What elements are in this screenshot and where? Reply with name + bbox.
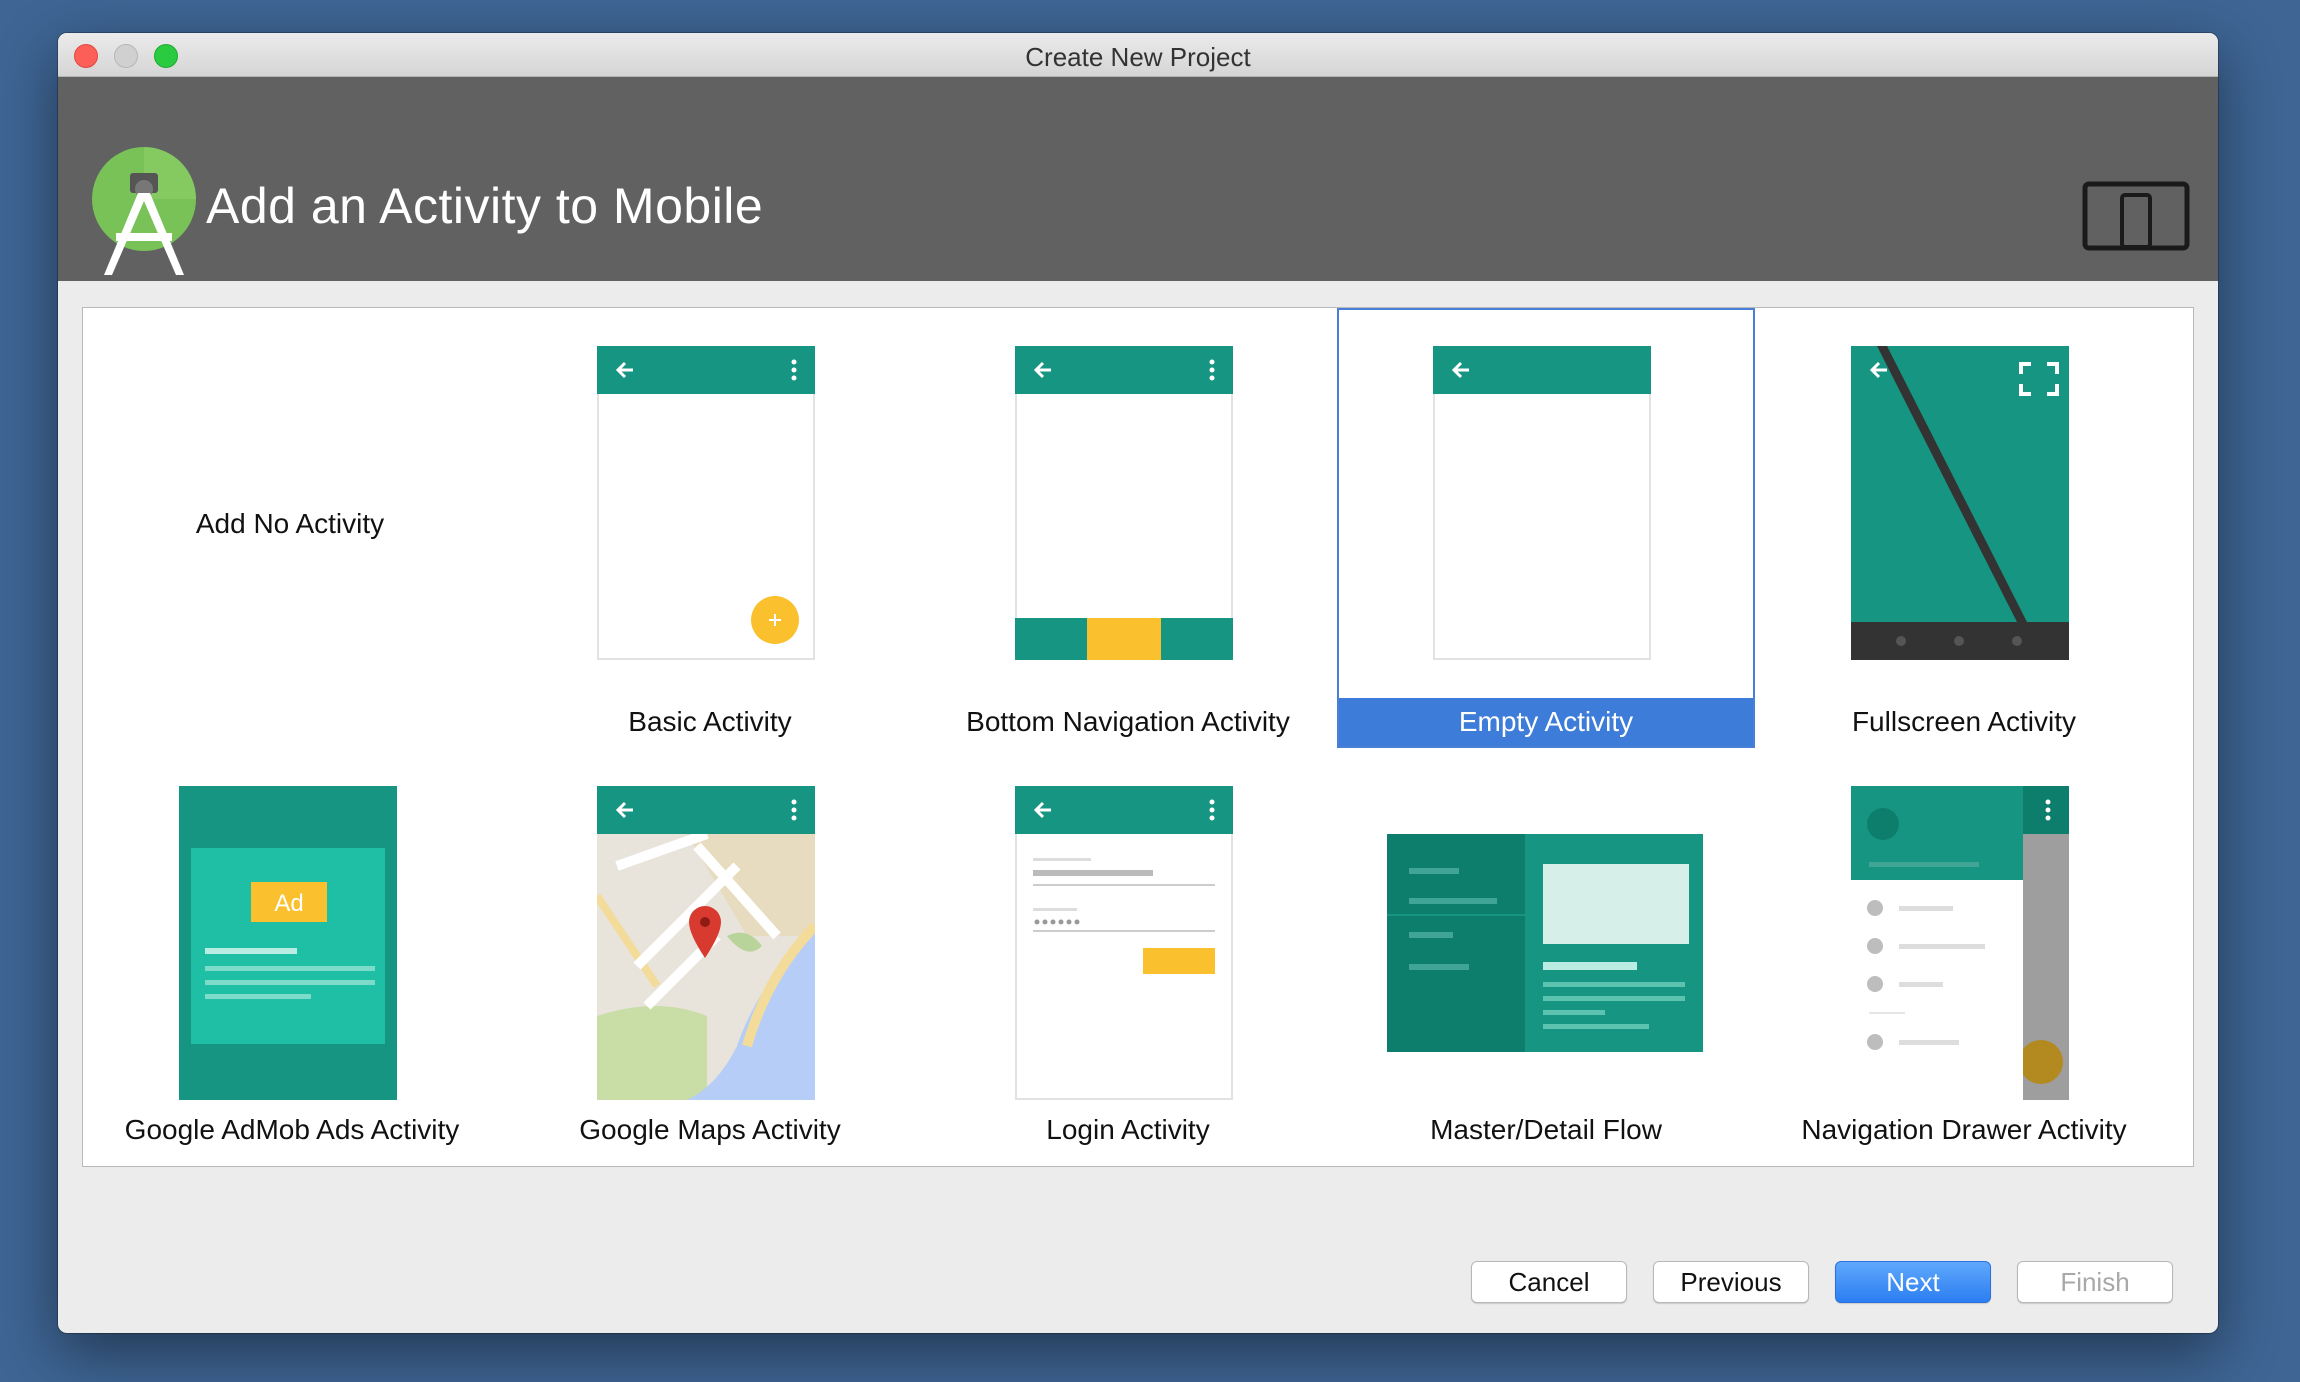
google-maps-preview [597,786,815,1100]
ad-badge-text: Ad [274,890,303,917]
finish-button[interactable]: Finish [2017,1261,2173,1303]
activity-label: Login Activity [1046,1114,1210,1145]
navigation-drawer-preview [1851,786,2069,1100]
master-detail-preview [1387,834,1703,1052]
activity-tile-master-detail[interactable]: Master/Detail Flow [1337,748,1755,1166]
activity-tile-navigation-drawer[interactable]: Navigation Drawer Activity [1755,748,2173,1166]
bottom-navigation-preview [1015,346,1233,660]
activity-template-grid: Add No Activity Basic Activity Bottom Na… [82,307,2194,1167]
next-button[interactable]: Next [1835,1261,1991,1303]
fullscreen-activity-preview [1851,346,2069,660]
activity-label: Google Maps Activity [579,1114,841,1145]
android-studio-logo [92,147,196,275]
cancel-button[interactable]: Cancel [1471,1261,1627,1303]
activity-tile-google-maps[interactable]: Google Maps Activity [501,748,919,1166]
admob-ads-preview: Ad [179,786,397,1100]
activity-tile-add-no-activity[interactable]: Add No Activity [83,308,501,748]
activity-tile-bottom-navigation[interactable]: Bottom Navigation Activity [919,308,1337,748]
previous-button[interactable]: Previous [1653,1261,1809,1303]
activity-label: Google AdMob Ads Activity [124,1114,460,1145]
activity-tile-admob-ads[interactable]: Ad Google AdMob Ads Activity [83,748,501,1166]
activity-label: Fullscreen Activity [1851,706,2077,737]
activity-label: Add No Activity [195,508,385,539]
activity-label: Empty Activity [1339,698,1753,746]
basic-activity-preview [597,346,815,660]
create-project-window: Create New Project Add an Activity to Mo… [58,33,2218,1333]
activity-tile-empty[interactable]: Empty Activity [1337,308,1755,748]
activity-label: Master/Detail Flow [1430,1114,1662,1145]
activity-label: Basic Activity [628,706,792,737]
activity-tile-login[interactable]: Login Activity [919,748,1337,1166]
phone-tablet-icon [2082,181,2190,251]
window-title: Create New Project [1025,42,1251,72]
activity-label: Bottom Navigation Activity [966,706,1290,737]
activity-label: Navigation Drawer Activity [1801,1114,2127,1145]
activity-tile-fullscreen[interactable]: Fullscreen Activity [1755,308,2173,748]
empty-activity-preview [1433,346,1651,660]
activity-tile-basic[interactable]: Basic Activity [501,308,919,748]
dialog-buttons: Cancel Previous Next Finish [58,1261,2218,1303]
login-activity-preview [1015,786,1233,1100]
wizard-title: Add an Activity to Mobile [206,178,764,234]
wizard-header: Add an Activity to Mobile [58,77,2218,281]
title-bar: Create New Project [58,33,2218,77]
